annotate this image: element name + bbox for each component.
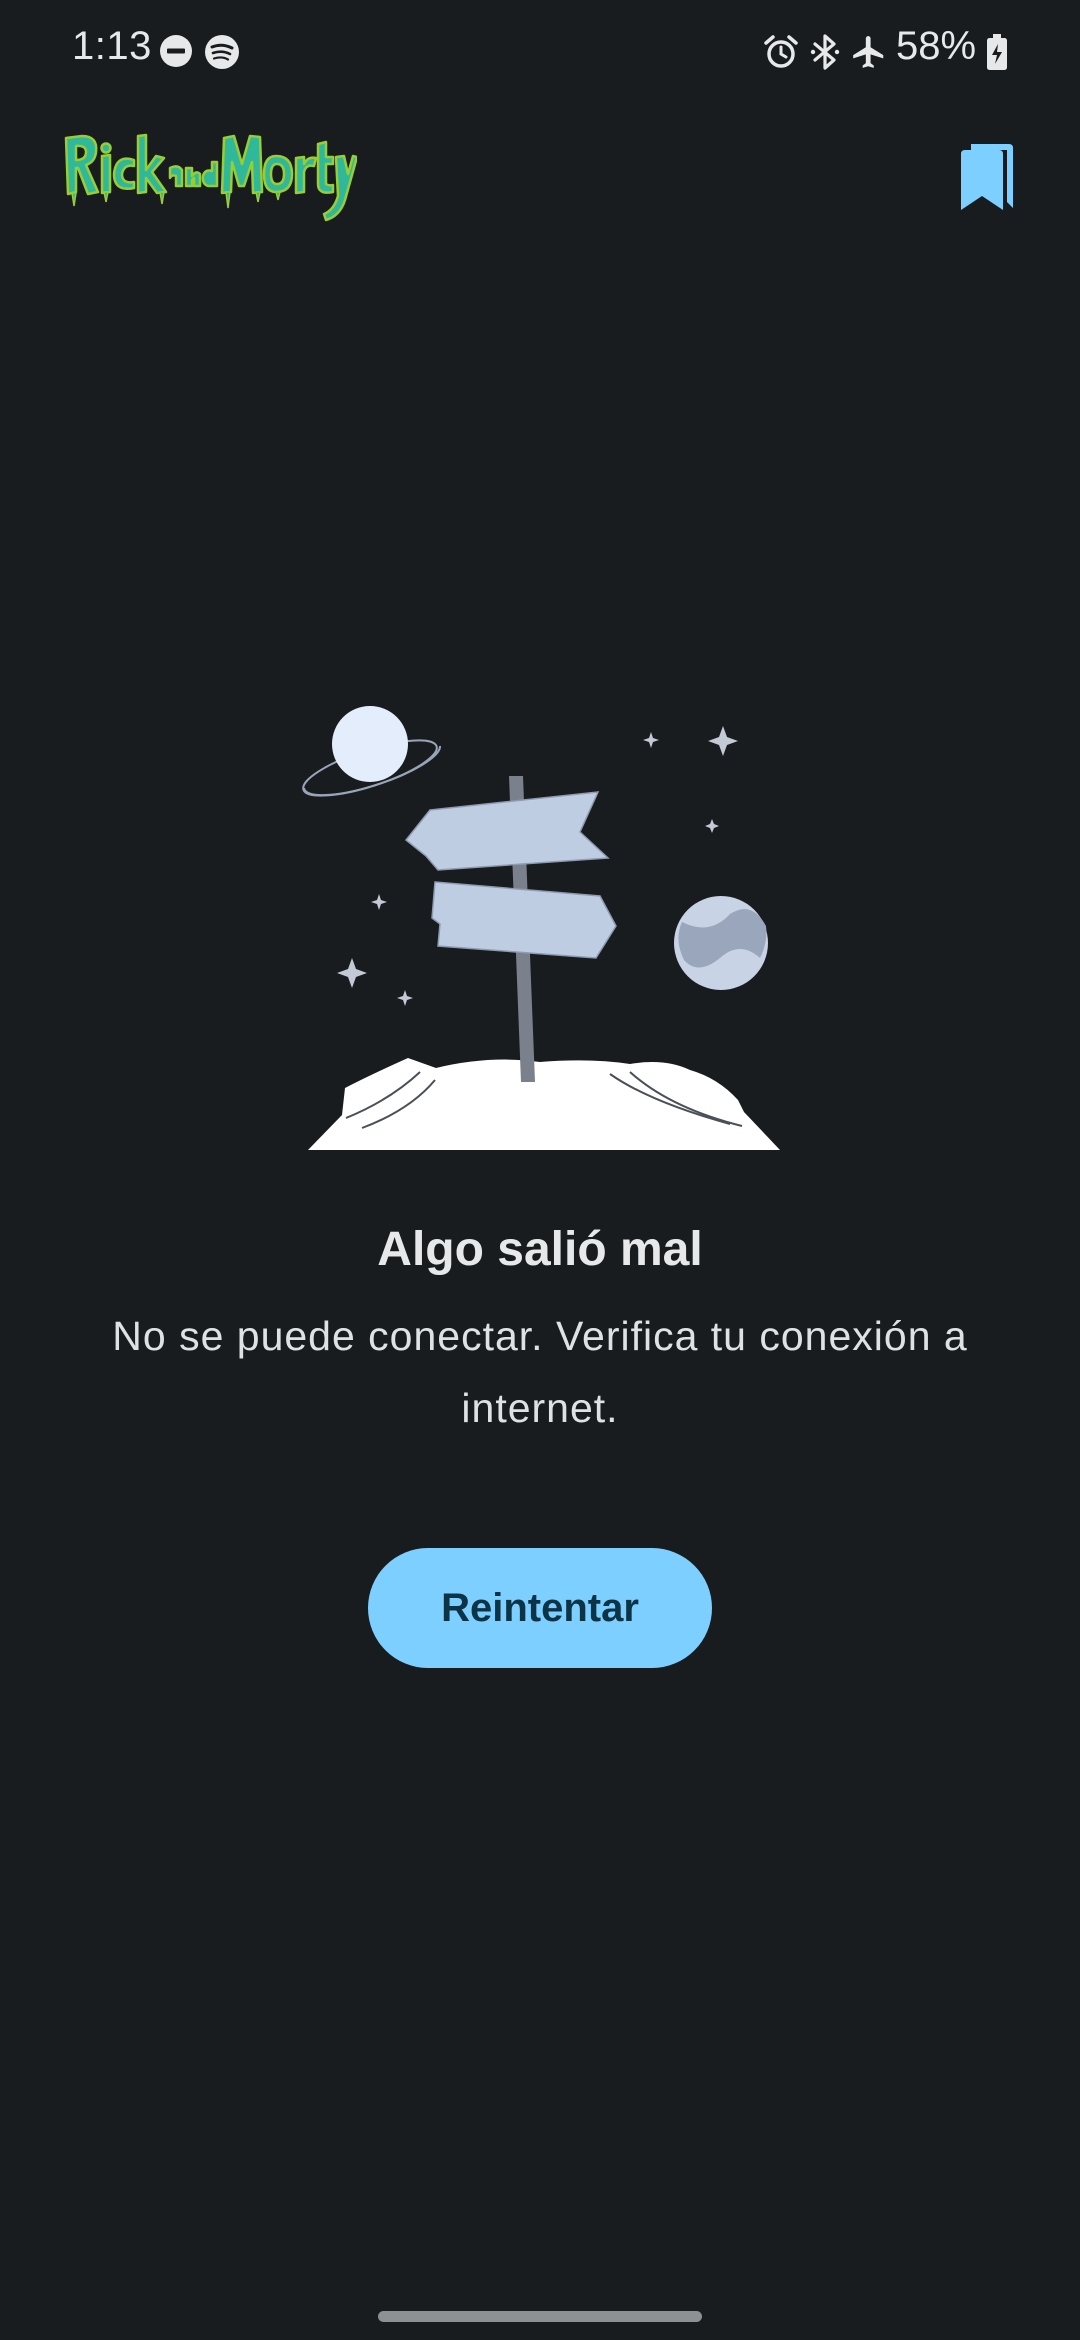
app-bar bbox=[0, 110, 1080, 240]
error-title: Algo salió mal bbox=[377, 1223, 703, 1276]
bluetooth-icon bbox=[810, 34, 840, 70]
status-time: 1:13 bbox=[72, 24, 152, 68]
do-not-disturb-icon bbox=[160, 35, 192, 67]
error-message: No se puede conectar. Verifica tu conexi… bbox=[112, 1313, 968, 1431]
status-bar: 1:13 58% bbox=[0, 0, 1080, 100]
airplane-mode-icon bbox=[853, 36, 884, 68]
ringed-planet-icon bbox=[302, 706, 442, 797]
home-indicator[interactable] bbox=[378, 2311, 702, 2322]
retry-button[interactable]: Reintentar bbox=[368, 1548, 712, 1668]
spotify-icon bbox=[205, 35, 239, 69]
battery-percentage: 58% bbox=[896, 24, 977, 68]
bookmarks-icon bbox=[961, 144, 1013, 210]
alarm-icon bbox=[764, 35, 798, 68]
lost-signpost-illustration bbox=[302, 706, 780, 1150]
battery-charging-icon bbox=[987, 34, 1007, 70]
rick-and-morty-logo bbox=[64, 133, 357, 222]
moon-icon bbox=[674, 896, 768, 990]
bookmarks-button[interactable] bbox=[946, 132, 1026, 222]
